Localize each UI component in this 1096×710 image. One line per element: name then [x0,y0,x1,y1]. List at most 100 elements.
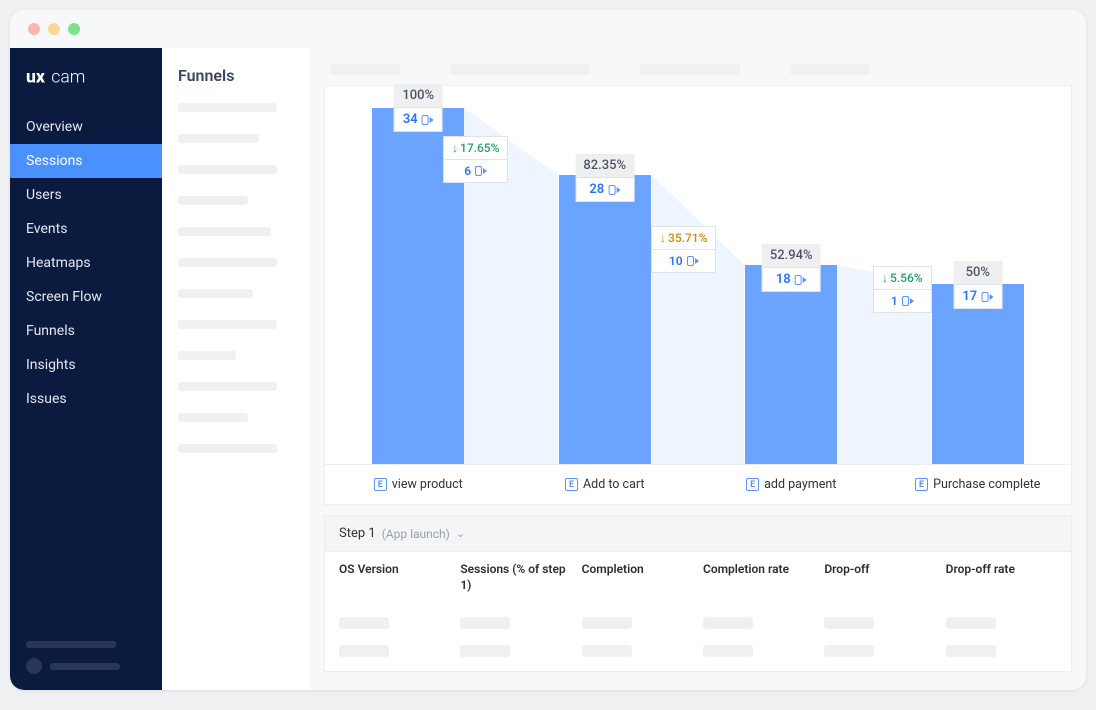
brand-logo: uxcam [10,48,162,102]
step-count[interactable]: 28 [575,177,634,202]
window-maximize-dot[interactable] [68,23,80,35]
col-dropoff-rate[interactable]: Drop-off rate [946,562,1057,593]
col-os-version[interactable]: OS Version [339,562,450,593]
step-count[interactable]: 17 [953,284,1002,309]
panel-skeleton [178,165,277,174]
nav-item-funnels[interactable]: Funnels [10,314,162,348]
avatar-placeholder [26,658,42,674]
event-icon: E [374,478,387,491]
video-icon [981,292,993,302]
nav-item-heatmaps[interactable]: Heatmaps [10,246,162,280]
video-icon [422,115,434,125]
cell-skeleton [460,645,510,657]
dropoff-count: 6 [444,159,507,182]
arrow-down-icon: ↓ [660,231,666,245]
cell-skeleton [703,617,753,629]
svg-text:cam: cam [51,68,85,88]
nav-item-insights[interactable]: Insights [10,348,162,382]
dropoff-pct: ↓35.71% [652,227,715,249]
video-icon [475,166,487,176]
panel-skeleton [178,320,277,329]
col-completion[interactable]: Completion [582,562,693,593]
table-row [339,617,1057,629]
video-icon [687,256,699,266]
panel-skeleton [178,289,253,298]
nav-item-users[interactable]: Users [10,178,162,212]
filter-skeleton [330,64,400,75]
dropoff-count: 1 [874,289,931,312]
nav-item-sessions[interactable]: Sessions [10,144,162,178]
secondary-panel: Funnels [162,48,310,690]
sidebar-footer-skeleton [26,641,116,648]
col-sessions[interactable]: Sessions (% of step 1) [460,562,571,593]
step-count[interactable]: 18 [762,267,821,292]
step-header-label: Step 1 [339,526,376,541]
cell-skeleton [339,617,389,629]
chevron-down-icon: ⌄ [456,527,465,540]
cell-skeleton [582,645,632,657]
video-icon [795,275,807,285]
table-row [339,645,1057,657]
video-icon [902,296,914,306]
panel-skeleton [178,382,277,391]
video-icon [608,185,620,195]
cell-skeleton [824,645,874,657]
panel-skeleton [178,134,259,143]
nav-item-screen-flow[interactable]: Screen Flow [10,280,162,314]
nav-item-issues[interactable]: Issues [10,382,162,416]
dropoff-badge-3[interactable]: ↓5.56% 1 [873,266,932,313]
panel-skeleton [178,351,236,360]
panel-skeleton [178,227,271,236]
x-label-2: EAdd to cart [512,465,699,504]
col-completion-rate[interactable]: Completion rate [703,562,814,593]
nav-item-overview[interactable]: Overview [10,110,162,144]
main-sidebar: uxcam Overview Sessions Users Events Hea… [10,48,162,690]
arrow-down-icon: ↓ [452,141,458,155]
event-icon: E [915,478,928,491]
window-close-dot[interactable] [28,23,40,35]
step-count[interactable]: 34 [394,107,443,132]
funnel-chart: 100% 34 ↓17.65% 6 82.35% 28 [324,85,1072,505]
col-dropoff[interactable]: Drop-off [824,562,935,593]
sidebar-footer [26,641,146,674]
x-label-4: EPurchase complete [885,465,1072,504]
step-header-hint: (App launch) [382,527,450,541]
table-body [325,603,1071,671]
panel-skeleton [178,413,248,422]
dropoff-badge-1[interactable]: ↓17.65% 6 [443,136,508,183]
step-pct: 52.94% [762,244,821,267]
cell-skeleton [339,645,389,657]
dropoff-badge-2[interactable]: ↓35.71% 10 [651,226,716,273]
filter-skeleton [790,64,870,75]
nav-item-events[interactable]: Events [10,212,162,246]
filter-skeleton [640,64,740,75]
sidebar-footer-skeleton-2 [50,663,120,670]
dropoff-pct: ↓5.56% [874,267,931,289]
cell-skeleton [460,617,510,629]
panel-skeleton [178,196,248,205]
event-icon: E [565,478,578,491]
event-icon: E [746,478,759,491]
top-filters-skeleton [324,64,1072,75]
secondary-panel-title: Funnels [178,66,294,85]
panel-skeleton [178,258,277,267]
step-pct: 50% [953,261,1002,284]
svg-text:ux: ux [26,68,45,88]
cell-skeleton [824,617,874,629]
panel-skeleton [178,103,277,112]
window-titlebar [10,10,1086,48]
step-header[interactable]: Step 1 (App launch) ⌄ [325,516,1071,552]
cell-skeleton [582,617,632,629]
main-content: 100% 34 ↓17.65% 6 82.35% 28 [310,48,1086,690]
x-label-3: Eadd payment [698,465,885,504]
step-pct: 82.35% [575,154,634,177]
filter-skeleton [450,64,590,75]
dropoff-count: 10 [652,249,715,272]
cell-skeleton [946,617,996,629]
arrow-down-icon: ↓ [882,271,888,285]
funnel-x-axis: Eview product EAdd to cart Eadd payment … [325,464,1071,504]
dropoff-pct: ↓17.65% [444,137,507,159]
window-minimize-dot[interactable] [48,23,60,35]
x-label-1: Eview product [325,465,512,504]
step-pct: 100% [394,84,443,107]
